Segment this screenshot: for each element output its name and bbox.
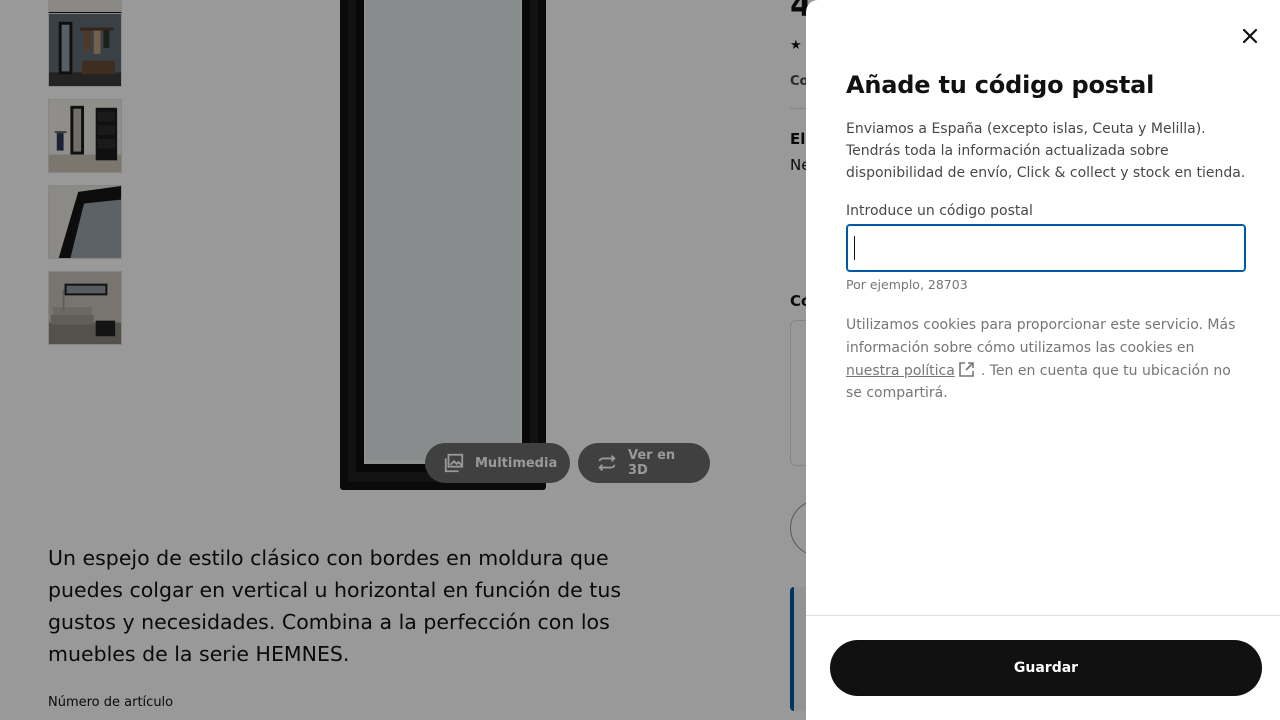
sheet-intro: Enviamos a España (excepto islas, Ceuta …	[846, 121, 1246, 181]
cookie-note: Utilizamos cookies para proporcionar est…	[846, 314, 1250, 405]
close-icon	[1241, 27, 1259, 45]
postal-code-hint: Por ejemplo, 28703	[846, 277, 968, 292]
save-button[interactable]: Guardar	[830, 640, 1262, 696]
cookie-note-text: Utilizamos cookies para proporcionar est…	[846, 317, 1236, 356]
text-caret	[854, 236, 855, 260]
sheet-title: Añade tu código postal	[846, 71, 1155, 99]
postal-code-label: Introduce un código postal	[846, 203, 1033, 219]
close-button[interactable]	[1230, 16, 1270, 56]
privacy-policy-link[interactable]: nuestra política	[846, 363, 955, 379]
postal-code-input[interactable]	[846, 224, 1246, 272]
external-link-icon	[958, 361, 975, 378]
